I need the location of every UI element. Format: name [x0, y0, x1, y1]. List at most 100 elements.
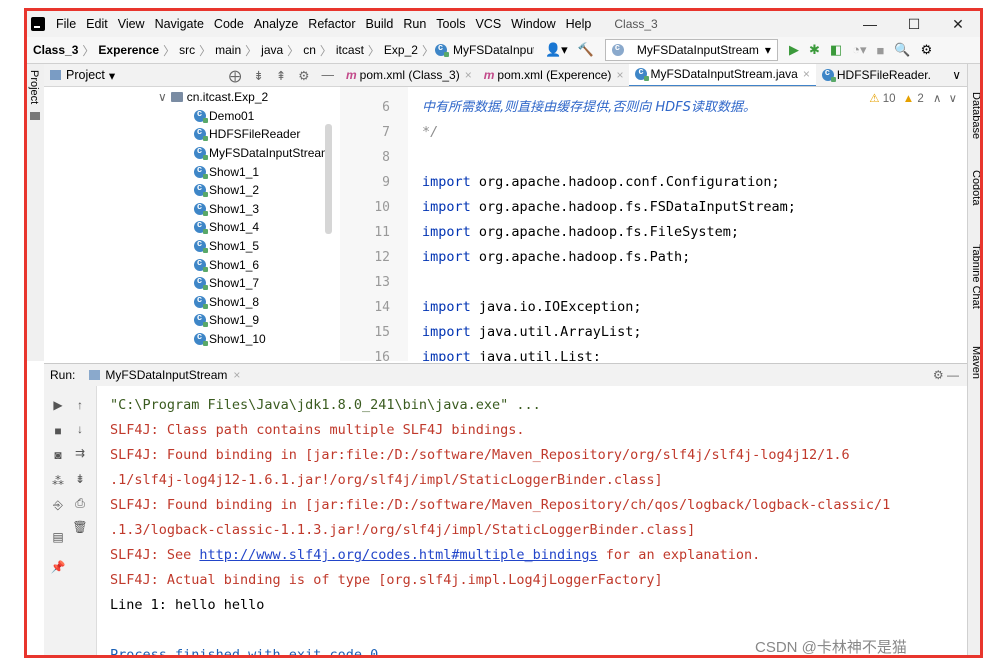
profile-icon[interactable]: ◔▾ — [847, 42, 871, 58]
up-arrow-icon[interactable]: ↑ — [72, 398, 88, 412]
tree-file-label: Show1_9 — [209, 313, 260, 328]
search-icon[interactable]: 🔍 — [889, 42, 915, 58]
menu-navigate[interactable]: Navigate — [150, 17, 209, 31]
menu-refactor[interactable]: Refactor — [303, 17, 360, 31]
chevron-down-icon[interactable]: ▾ — [109, 68, 115, 83]
tree-file-item[interactable]: Show1_2 — [44, 181, 340, 200]
menu-run[interactable]: Run — [398, 17, 431, 31]
run-configuration-select[interactable]: MyFSDataInputStream ▾ — [604, 39, 778, 61]
hide-icon[interactable]: — — [316, 68, 341, 83]
breadcrumb-class[interactable]: MyFSDataInputStream — [450, 43, 534, 57]
run-tab[interactable]: MyFSDataInputStream × — [83, 368, 246, 382]
chevron-down-icon[interactable]: ∨ — [949, 93, 957, 105]
trash-icon[interactable]: 🗑 — [72, 520, 88, 534]
scroll-to-end-icon[interactable]: ⇟ — [72, 472, 88, 486]
tree-file-item[interactable]: Show1_4 — [44, 218, 340, 237]
pin-icon[interactable]: 📌 — [50, 560, 66, 574]
print-icon[interactable]: ⎙ — [72, 496, 88, 511]
layout-icon[interactable]: ▤ — [50, 530, 66, 544]
tab-pom-experence[interactable]: m pom.xml (Experence) × — [478, 64, 630, 86]
tree-package[interactable]: ∨ cn.itcast.Exp_2 — [44, 88, 340, 107]
breadcrumb-src[interactable]: src — [176, 43, 198, 57]
breadcrumb-project[interactable]: Class_3 — [27, 43, 81, 57]
tree-file-item[interactable]: MyFSDataInputStream — [44, 144, 340, 163]
breadcrumb-main[interactable]: main — [212, 43, 244, 57]
database-tool-button[interactable]: Database — [970, 92, 980, 139]
collapse-all-icon[interactable]: ⇟ — [247, 68, 269, 83]
chevron-up-icon[interactable]: ∧ — [933, 93, 941, 105]
tree-file-label: Show1_2 — [209, 183, 260, 198]
codota-tool-button[interactable]: Codota — [970, 170, 980, 205]
expand-all-icon[interactable]: ⇞ — [270, 68, 292, 83]
bindings-link[interactable]: http://www.slf4j.org/codes.html#multiple… — [199, 547, 597, 563]
rerun-icon[interactable]: ▶ — [50, 398, 66, 412]
breadcrumb-itcast[interactable]: itcast — [333, 43, 367, 57]
user-icon[interactable]: 👤▾ — [540, 42, 573, 58]
menu-build[interactable]: Build — [361, 17, 399, 31]
hammer-build-icon[interactable]: 🔨 — [573, 42, 599, 58]
settings-icon[interactable]: ⚙ — [916, 42, 938, 58]
tree-file-item[interactable]: Show1_8 — [44, 293, 340, 312]
breadcrumb-java[interactable]: java — [258, 43, 286, 57]
package-label: cn.itcast.Exp_2 — [186, 90, 269, 105]
maven-tool-button[interactable]: Maven — [970, 346, 980, 379]
menu-analyze[interactable]: Analyze — [249, 17, 303, 31]
breadcrumb-module[interactable]: Experence — [95, 43, 162, 57]
tabs-overflow-icon[interactable]: ∨ — [946, 68, 967, 82]
breadcrumb-cn[interactable]: cn — [300, 43, 319, 57]
warning-icon: ⚠ — [869, 93, 880, 105]
menu-window[interactable]: Window — [506, 17, 560, 31]
run-icon[interactable]: ▶ — [784, 42, 804, 58]
tree-file-item[interactable]: HDFSFileReader — [44, 125, 340, 144]
debug-icon[interactable]: ✱ — [804, 42, 825, 58]
tab-hdfsfilereader[interactable]: HDFSFileReader. — [816, 64, 937, 86]
tree-file-item[interactable]: Show1_6 — [44, 255, 340, 274]
tree-file-label: Show1_3 — [209, 201, 260, 216]
close-tab-icon[interactable]: × — [803, 67, 810, 81]
tree-file-item[interactable]: Demo01 — [44, 107, 340, 126]
exit-icon[interactable]: ⎆ — [50, 498, 66, 513]
menu-help[interactable]: Help — [561, 17, 597, 31]
stop-icon[interactable]: ■ — [872, 43, 890, 58]
run-console[interactable]: "C:\Program Files\Java\jdk1.8.0_241\bin\… — [97, 386, 967, 655]
project-panel-title[interactable]: Project — [66, 68, 105, 82]
coverage-icon[interactable]: ◧ — [825, 42, 847, 58]
close-tab-icon[interactable]: × — [233, 368, 240, 382]
gear-icon[interactable]: ⚙ — [292, 68, 315, 83]
maximize-button[interactable]: ☐ — [892, 16, 936, 33]
minimize-button[interactable]: — — [848, 16, 892, 33]
structure-icon[interactable] — [30, 112, 40, 120]
menu-view[interactable]: View — [113, 17, 150, 31]
tab-pom-class3[interactable]: m pom.xml (Class_3) × — [340, 64, 478, 86]
restore-layout-icon[interactable]: ⁂ — [50, 474, 66, 488]
tree-file-item[interactable]: Show1_7 — [44, 274, 340, 293]
code-editor[interactable]: 6 中有所需数据,则直接由缓存提供,否则向 HDFS读取数据。 7 */8 9 impor… — [340, 87, 967, 361]
locate-icon[interactable]: ⨁ — [223, 68, 248, 83]
down-arrow-icon[interactable]: ↓ — [72, 422, 88, 436]
weak-warning-count: 2 — [917, 93, 924, 105]
close-tab-icon[interactable]: × — [616, 68, 623, 82]
menu-tools[interactable]: Tools — [431, 17, 470, 31]
gear-icon[interactable]: ⚙ — — [933, 368, 967, 382]
tree-file-item[interactable]: Show1_3 — [44, 200, 340, 219]
menu-vcs[interactable]: VCS — [470, 17, 506, 31]
tree-file-item[interactable]: Show1_10 — [44, 330, 340, 349]
menu-code[interactable]: Code — [209, 17, 249, 31]
close-button[interactable]: ✕ — [936, 16, 980, 33]
tab-myfsdatainputstream[interactable]: MyFSDataInputStream.java× — [629, 64, 816, 86]
soft-wrap-icon[interactable]: ⇉ — [72, 446, 88, 460]
tree-file-item[interactable]: Show1_5 — [44, 237, 340, 256]
tree-file-item[interactable]: Show1_1 — [44, 162, 340, 181]
tree-file-item[interactable]: Show1_9 — [44, 311, 340, 330]
project-tool-button[interactable]: Project — [28, 70, 40, 104]
tabnine-chat-tool-button[interactable]: Tabnine Chat — [970, 244, 980, 309]
stop-icon[interactable]: ■ — [50, 424, 66, 438]
class-icon — [194, 257, 208, 272]
camera-icon[interactable]: ◙ — [50, 448, 66, 462]
project-scrollbar[interactable] — [325, 124, 332, 234]
menu-file[interactable]: File — [51, 17, 81, 31]
close-tab-icon[interactable]: × — [465, 68, 472, 82]
breadcrumb-package[interactable]: Exp_2 — [381, 43, 421, 57]
inspection-widget[interactable]: ⚠ 10 ▲ 2 ∧ ∨ — [869, 91, 957, 105]
menu-edit[interactable]: Edit — [81, 17, 113, 31]
